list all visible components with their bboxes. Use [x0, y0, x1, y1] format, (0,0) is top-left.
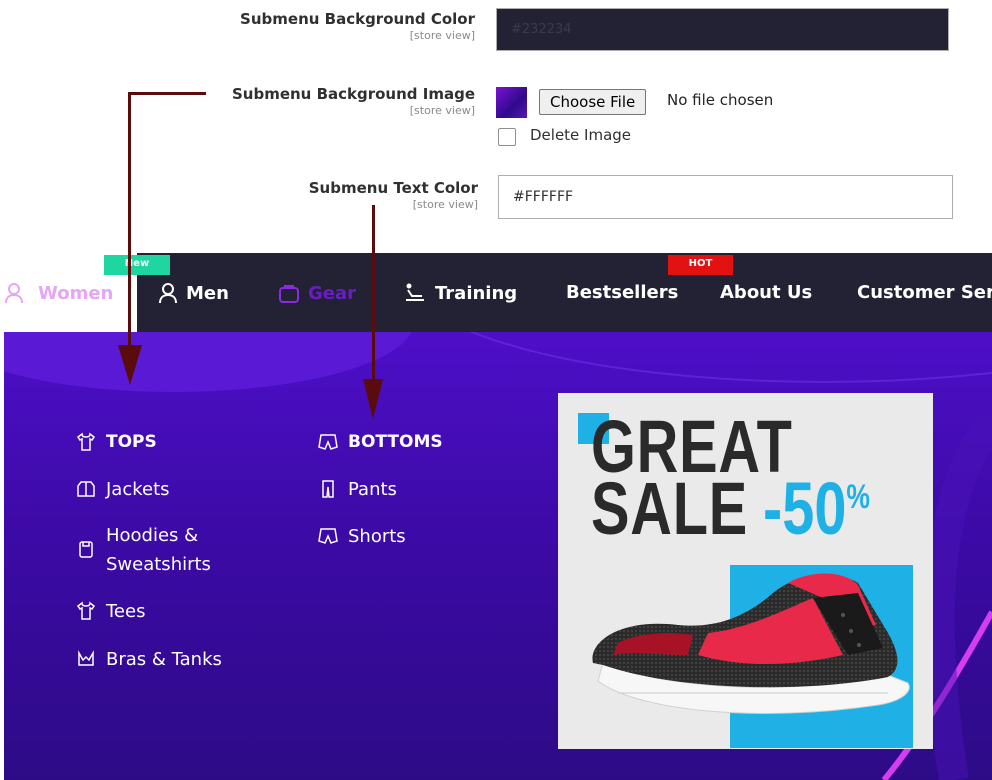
nav-item-men[interactable]: Men — [158, 282, 229, 304]
nav-label-men: Men — [186, 282, 229, 304]
arrow-head-text-color — [363, 379, 383, 419]
pants-icon — [322, 480, 334, 498]
arrow-bg-image-horizontal — [128, 92, 206, 95]
nav-item-training[interactable]: Training — [403, 282, 517, 304]
arrow-head-bg-image — [118, 345, 142, 385]
nav-label-women: Women — [38, 282, 114, 304]
bg-image-preview — [496, 87, 527, 118]
menu-item-jackets[interactable]: Jackets — [76, 475, 170, 504]
nav-label-about-us: About Us — [720, 282, 813, 303]
badge-new: New — [104, 255, 170, 275]
man-icon — [159, 283, 177, 304]
bg-image-label: Submenu Background Image [store view] — [232, 84, 475, 118]
bottoms-heading[interactable]: BOTTOMS — [318, 432, 443, 452]
bg-color-scope: [store view] — [409, 29, 475, 42]
text-color-scope: [store view] — [412, 198, 478, 211]
file-status: No file chosen — [667, 91, 774, 109]
menu-item-bras-tanks[interactable]: Bras & Tanks — [76, 645, 222, 674]
promo-banner[interactable]: GREAT SALE -50% — [558, 393, 933, 749]
delete-image-checkbox[interactable] — [498, 128, 516, 146]
tshirt-icon — [76, 601, 96, 620]
bg-color-input[interactable]: #232234 — [496, 8, 949, 51]
nav-label-gear: Gear — [308, 282, 357, 304]
arrow-bg-image-vertical — [128, 92, 131, 352]
tops-heading[interactable]: TOPS — [76, 432, 157, 452]
text-color-label-text: Submenu Text Color — [308, 179, 478, 197]
nav-item-bestsellers[interactable]: Bestsellers — [566, 282, 678, 303]
hoodie-icon — [79, 541, 93, 558]
bg-image-label-text: Submenu Background Image — [231, 85, 475, 103]
menu-item-pants-label: Pants — [348, 479, 397, 500]
menu-item-hoodies-label: Hoodies & Sweatshirts — [106, 525, 211, 575]
shorts-icon — [318, 528, 338, 544]
menu-item-shorts-label: Shorts — [348, 526, 406, 547]
bra-icon — [78, 650, 94, 666]
nav-item-gear[interactable]: Gear — [278, 282, 356, 304]
menu-item-tees-label: Tees — [106, 601, 146, 622]
bottoms-heading-label: BOTTOMS — [348, 432, 443, 452]
shorts-icon — [318, 434, 338, 450]
choose-file-button[interactable]: Choose File — [539, 89, 647, 115]
bg-image-scope: [store view] — [409, 104, 475, 117]
menu-item-shorts[interactable]: Shorts — [318, 522, 406, 551]
nav-item-women[interactable]: Women — [4, 282, 113, 304]
nav-item-about-us[interactable]: About Us — [720, 282, 812, 303]
nav-label-customer-service: Customer Ser — [857, 282, 992, 303]
sneaker-image — [592, 573, 910, 714]
badge-hot: HOT — [668, 255, 733, 275]
menu-item-jackets-label: Jackets — [106, 479, 170, 500]
menu-item-pants[interactable]: Pants — [318, 475, 397, 504]
nav-label-bestsellers: Bestsellers — [566, 282, 679, 303]
gear-bag-icon — [279, 285, 299, 303]
woman-icon — [5, 283, 23, 304]
menu-item-hoodies[interactable]: Hoodies & Sweatshirts — [76, 521, 236, 579]
text-color-input[interactable]: #FFFFFF — [498, 175, 953, 219]
bg-color-label-text: Submenu Background Color — [240, 10, 475, 28]
bg-color-label: Submenu Background Color [store view] — [240, 9, 475, 43]
delete-image-label: Delete Image — [530, 126, 632, 144]
treadmill-icon — [406, 283, 424, 301]
text-color-label: Submenu Text Color [store view] — [309, 178, 478, 212]
menu-item-tees[interactable]: Tees — [76, 597, 145, 626]
arrow-text-color-vertical — [372, 205, 375, 379]
nav-item-customer-service[interactable]: Customer Ser — [857, 282, 992, 303]
jacket-icon — [77, 481, 95, 497]
tshirt-icon — [76, 432, 96, 451]
nav-label-training: Training — [435, 282, 518, 304]
tops-heading-label: TOPS — [106, 432, 157, 452]
menu-item-bras-tanks-label: Bras & Tanks — [106, 649, 222, 670]
